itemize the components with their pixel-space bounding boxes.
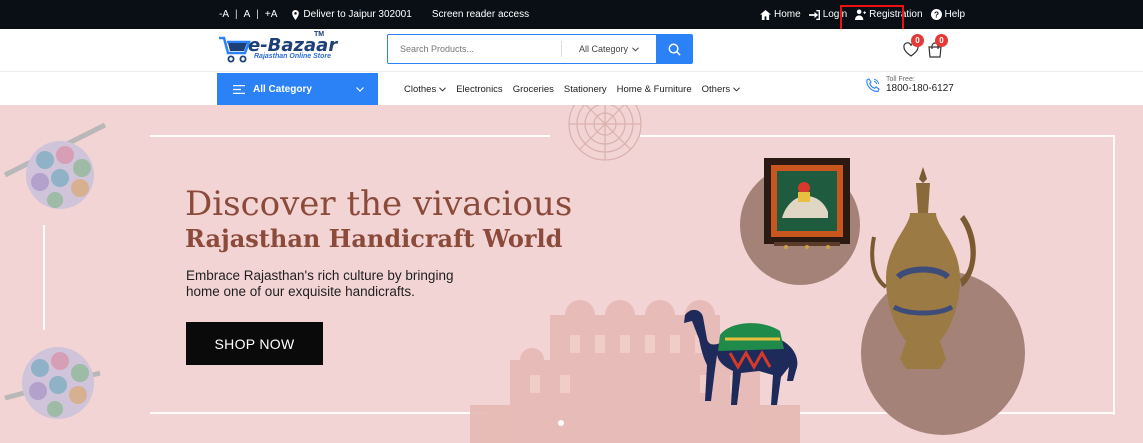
chevron-down-icon bbox=[356, 87, 364, 92]
help-icon: ? bbox=[930, 9, 942, 20]
cart-count-badge: 0 bbox=[935, 34, 948, 47]
menu-icon bbox=[233, 84, 245, 94]
nav-item-label: Groceries bbox=[512, 83, 554, 95]
nav-item-label: Electronics bbox=[456, 83, 503, 95]
toll-free-contact[interactable]: Toll Free: 1800-180-6127 bbox=[866, 76, 954, 94]
site-header: e-Bazaar TM Rajasthan Online Store All C… bbox=[0, 29, 1143, 71]
login-icon bbox=[808, 9, 820, 20]
help-label: Help bbox=[944, 9, 966, 20]
phone-icon bbox=[866, 78, 880, 92]
login-link[interactable]: Login bbox=[808, 9, 848, 20]
help-link[interactable]: ? Help bbox=[930, 9, 966, 20]
nav-item-groceries[interactable]: Groceries bbox=[513, 84, 554, 95]
deliver-location-link[interactable]: Deliver to Jaipur 302001 bbox=[291, 9, 412, 20]
frame-line bbox=[43, 225, 45, 330]
toll-free-number: 1800-180-6127 bbox=[886, 83, 954, 94]
header-actions: 0 0 bbox=[903, 34, 948, 59]
category-select-value: All Category bbox=[578, 44, 629, 54]
account-links: Home Login Registration ? Help bbox=[760, 0, 965, 29]
frame-line bbox=[1113, 135, 1115, 415]
cart-button[interactable]: 0 bbox=[927, 34, 948, 59]
login-label: Login bbox=[822, 9, 848, 20]
home-icon bbox=[760, 9, 771, 20]
home-label: Home bbox=[774, 9, 801, 20]
frame-line bbox=[640, 135, 1115, 137]
frame-line bbox=[150, 135, 550, 137]
nav-item-others[interactable]: Others bbox=[702, 84, 741, 95]
chevron-down-icon bbox=[439, 86, 447, 91]
banner-description: Embrace Rajasthan's rich culture by brin… bbox=[186, 268, 454, 299]
cart-logo-icon bbox=[219, 36, 251, 63]
brass-jug-image bbox=[870, 167, 976, 369]
wishlist-button[interactable]: 0 bbox=[903, 34, 924, 59]
search-input[interactable] bbox=[388, 35, 561, 63]
wishlist-count-badge: 0 bbox=[911, 34, 924, 47]
top-utility-bar: -A | A | +A Deliver to Jaipur 302001 Scr… bbox=[0, 0, 1143, 29]
hero-banner: Discover the vivacious Rajasthan Handicr… bbox=[0, 105, 1143, 443]
nav-item-label: Home & Furniture bbox=[616, 83, 692, 95]
toll-free-text: Toll Free: 1800-180-6127 bbox=[886, 76, 954, 94]
main-navigation: All Category Clothes Electronics Groceri… bbox=[0, 71, 1143, 105]
chevron-down-icon bbox=[733, 86, 741, 91]
search-icon bbox=[668, 43, 681, 56]
logo-trademark: TM bbox=[314, 31, 325, 38]
user-add-icon bbox=[855, 9, 867, 20]
frame-line bbox=[150, 412, 490, 414]
accessibility-bar: -A | A | +A Deliver to Jaipur 302001 Scr… bbox=[219, 0, 529, 29]
divider: | bbox=[235, 9, 238, 20]
category-select[interactable]: All Category bbox=[561, 41, 656, 57]
home-link[interactable]: Home bbox=[760, 9, 801, 20]
chevron-down-icon bbox=[632, 46, 639, 51]
category-nav: Clothes Electronics Groceries Stationery… bbox=[404, 72, 741, 106]
toll-free-label: Toll Free: bbox=[886, 76, 915, 83]
nav-item-clothes[interactable]: Clothes bbox=[404, 83, 447, 95]
search-bar: All Category bbox=[387, 34, 693, 64]
registration-link[interactable]: Registration bbox=[855, 9, 923, 20]
all-category-label: All Category bbox=[253, 83, 312, 95]
font-decrease-button[interactable]: -A bbox=[219, 9, 229, 20]
registration-label: Registration bbox=[869, 9, 923, 20]
svg-text:?: ? bbox=[933, 11, 938, 20]
all-category-button[interactable]: All Category bbox=[217, 73, 378, 105]
nav-item-electronics[interactable]: Electronics bbox=[456, 84, 502, 95]
camel-figurine-image bbox=[684, 309, 798, 405]
site-logo[interactable]: e-Bazaar TM Rajasthan Online Store bbox=[218, 31, 338, 67]
brooch-top-decoration bbox=[3, 122, 107, 209]
mandala-decoration bbox=[568, 105, 642, 161]
logo-tagline: Rajasthan Online Store bbox=[254, 53, 332, 60]
nav-item-home-furniture[interactable]: Home & Furniture bbox=[617, 84, 692, 95]
nav-item-stationery[interactable]: Stationery bbox=[564, 84, 607, 95]
brooch-bottom-decoration bbox=[4, 347, 101, 419]
nav-item-label: Stationery bbox=[563, 83, 607, 95]
font-increase-button[interactable]: +A bbox=[265, 9, 278, 20]
search-button[interactable] bbox=[656, 35, 692, 63]
banner-heading-line1: Discover the vivacious bbox=[185, 184, 573, 224]
location-pin-icon bbox=[292, 9, 300, 20]
carousel-dot-active[interactable] bbox=[558, 420, 564, 426]
framed-painting-image bbox=[764, 158, 850, 249]
divider: | bbox=[256, 9, 259, 20]
screen-reader-link[interactable]: Screen reader access bbox=[432, 9, 529, 20]
shop-now-button[interactable]: SHOP NOW bbox=[186, 322, 323, 365]
font-normal-button[interactable]: A bbox=[244, 9, 251, 20]
nav-item-label: Clothes bbox=[404, 83, 437, 95]
nav-item-label: Others bbox=[701, 83, 731, 95]
deliver-location-text: Deliver to Jaipur 302001 bbox=[303, 9, 412, 20]
banner-heading-line2: Rajasthan Handicraft World bbox=[185, 224, 563, 253]
